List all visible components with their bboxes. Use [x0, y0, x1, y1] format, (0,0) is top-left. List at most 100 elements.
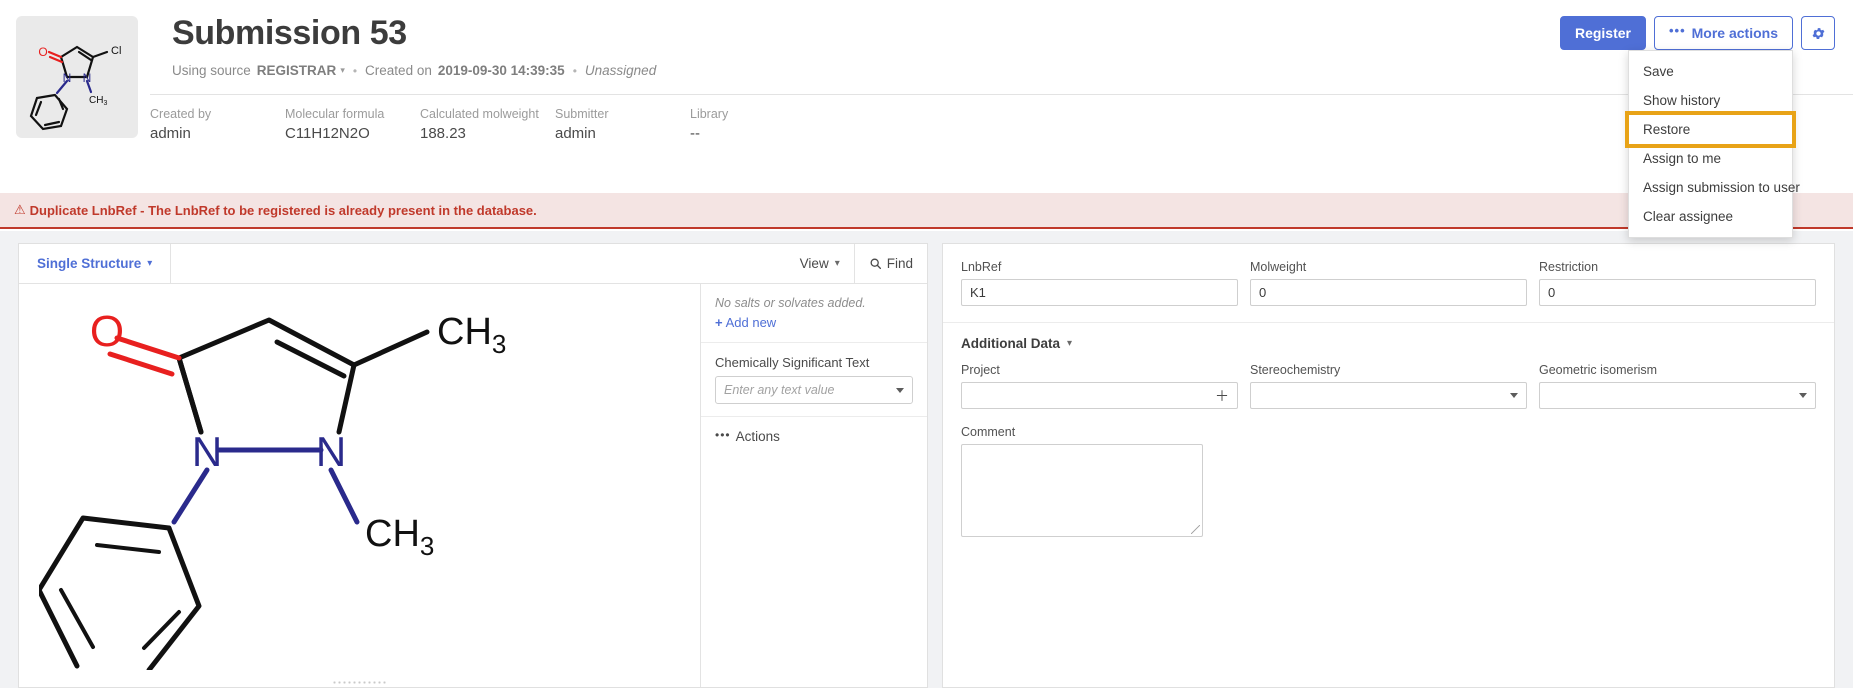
menu-item-assign-to-me[interactable]: Assign to me: [1629, 144, 1792, 173]
actions-menu-button[interactable]: ••• Actions: [701, 417, 927, 456]
svg-text:Cl: Cl: [111, 45, 121, 57]
structure-thumbnail: O N N Cl CH3: [16, 16, 138, 138]
register-button[interactable]: Register: [1560, 16, 1646, 50]
form-divider: [943, 322, 1834, 323]
add-new-label: Add new: [726, 315, 777, 330]
created-prefix: Created on: [365, 63, 432, 78]
comment-textarea[interactable]: [961, 444, 1203, 537]
submission-subline: Using source REGISTRAR ▾ • Created on 20…: [172, 63, 656, 78]
meta-created-by: Created by admin: [150, 106, 285, 142]
panel-resize-grip[interactable]: [332, 680, 388, 685]
chevron-down-icon: [1799, 393, 1807, 398]
project-label: Project: [961, 363, 1238, 377]
menu-item-restore[interactable]: Restore: [1629, 115, 1792, 144]
error-message: Duplicate LnbRef - The LnbRef to be regi…: [30, 203, 537, 218]
structure-card: Single Structure ▾ View ▾ Find: [18, 243, 928, 688]
warning-triangle-icon: ⚠: [14, 202, 26, 218]
meta-calculated-molweight: Calculated molweight 188.23: [420, 106, 555, 142]
menu-item-save[interactable]: Save: [1629, 57, 1792, 86]
thumbnail-molecule-svg: O N N Cl CH3: [21, 21, 133, 133]
title-block: Submission 53 Using source REGISTRAR ▾ •…: [172, 14, 656, 78]
field-stereochemistry: Stereochemistry: [1250, 363, 1527, 409]
meta-label: Library: [690, 106, 825, 122]
view-menu-button[interactable]: View ▾: [786, 244, 854, 283]
meta-value: admin: [150, 125, 285, 142]
menu-item-clear-assignee[interactable]: Clear assignee: [1629, 202, 1792, 231]
tab-single-structure[interactable]: Single Structure ▾: [19, 244, 171, 283]
lnbref-input[interactable]: K1: [961, 279, 1238, 306]
stereochemistry-label: Stereochemistry: [1250, 363, 1527, 377]
page-title: Submission 53: [172, 14, 656, 53]
source-prefix: Using source: [172, 63, 251, 78]
cst-combobox[interactable]: Enter any text value: [715, 376, 913, 404]
assignment-status: Unassigned: [585, 63, 656, 78]
header-divider: [150, 94, 1853, 95]
metadata-row: Created by admin Molecular formula C11H1…: [150, 106, 825, 142]
restriction-label: Restriction: [1539, 260, 1816, 274]
plus-icon: +: [715, 315, 723, 330]
atom-label-nitrogen-2: N: [316, 428, 346, 475]
meta-submitter: Submitter admin: [555, 106, 690, 142]
structure-side-column: No salts or solvates added. +Add new Che…: [701, 284, 927, 687]
salts-empty-note: No salts or solvates added.: [715, 296, 913, 310]
plus-icon[interactable]: ＋: [1215, 386, 1229, 406]
header-actions: Register ••• More actions Save Show hist…: [1560, 16, 1835, 50]
view-menu-label: View: [800, 256, 829, 271]
svg-text:CH3: CH3: [89, 95, 107, 107]
meta-value: admin: [555, 125, 690, 142]
chevron-down-icon: ▾: [835, 258, 840, 269]
molweight-input[interactable]: 0: [1250, 279, 1527, 306]
molweight-value: 0: [1259, 285, 1518, 300]
tab-single-structure-label: Single Structure: [37, 256, 141, 271]
additional-data-header[interactable]: Additional Data ▾: [961, 336, 1816, 351]
structure-toolbar: Single Structure ▾ View ▾ Find: [19, 244, 927, 284]
error-banner: ⚠ Duplicate LnbRef - The LnbRef to be re…: [0, 193, 1853, 229]
ellipsis-icon: •••: [1669, 23, 1686, 38]
form-row-additional: Project ＋ Stereochemistry Geometric isom…: [961, 363, 1816, 409]
lnbref-label: LnbRef: [961, 260, 1238, 274]
toolbar-spacer: [171, 244, 785, 283]
stereochemistry-select[interactable]: [1250, 382, 1527, 409]
additional-data-label: Additional Data: [961, 336, 1060, 351]
add-new-salt-button[interactable]: +Add new: [715, 315, 913, 330]
atom-label-oxygen: O: [90, 307, 124, 356]
more-actions-button[interactable]: ••• More actions: [1654, 16, 1793, 50]
more-actions-dropdown: Save Show history Restore Assign to me A…: [1628, 50, 1793, 238]
source-value[interactable]: REGISTRAR: [257, 63, 337, 78]
meta-library: Library --: [690, 106, 825, 142]
menu-item-show-history[interactable]: Show history: [1629, 86, 1792, 115]
chevron-down-icon: [1510, 393, 1518, 398]
restriction-input[interactable]: 0: [1539, 279, 1816, 306]
separator-dot: •: [351, 64, 359, 78]
find-button[interactable]: Find: [854, 244, 927, 283]
settings-button[interactable]: [1801, 16, 1835, 50]
structure-canvas[interactable]: O N N CH3 CH3: [19, 284, 701, 687]
chemically-significant-text-section: Chemically Significant Text Enter any te…: [701, 343, 927, 417]
cst-placeholder: Enter any text value: [724, 383, 834, 397]
page-header: O N N Cl CH3 Submission 53 Using source …: [0, 0, 1853, 200]
geometric-isomerism-label: Geometric isomerism: [1539, 363, 1816, 377]
molecule-drawing-antipyrine: O N N CH3 CH3: [39, 290, 701, 670]
meta-label: Molecular formula: [285, 106, 420, 122]
ellipsis-icon: •••: [715, 428, 731, 442]
field-restriction: Restriction 0: [1539, 260, 1816, 306]
resize-handle-icon[interactable]: [1191, 525, 1200, 534]
svg-text:N: N: [83, 71, 92, 85]
created-value: 2019-09-30 14:39:35: [438, 63, 565, 78]
field-project: Project ＋: [961, 363, 1238, 409]
geometric-isomerism-select[interactable]: [1539, 382, 1816, 409]
field-lnbref: LnbRef K1: [961, 260, 1238, 306]
svg-text:N: N: [63, 71, 72, 85]
submission-page: O N N Cl CH3 Submission 53 Using source …: [0, 0, 1853, 688]
meta-value: --: [690, 125, 825, 142]
more-actions-wrapper: ••• More actions Save Show history Resto…: [1654, 16, 1793, 50]
project-input[interactable]: ＋: [961, 382, 1238, 409]
menu-item-assign-submission-to-user[interactable]: Assign submission to user: [1629, 173, 1792, 202]
salts-section: No salts or solvates added. +Add new: [701, 284, 927, 343]
source-chevron-down-icon[interactable]: ▾: [340, 65, 345, 76]
gear-icon: [1811, 26, 1826, 41]
chevron-down-icon: ▾: [1067, 338, 1072, 349]
actions-label: Actions: [736, 429, 780, 444]
meta-label: Calculated molweight: [420, 106, 555, 122]
meta-label: Created by: [150, 106, 285, 122]
